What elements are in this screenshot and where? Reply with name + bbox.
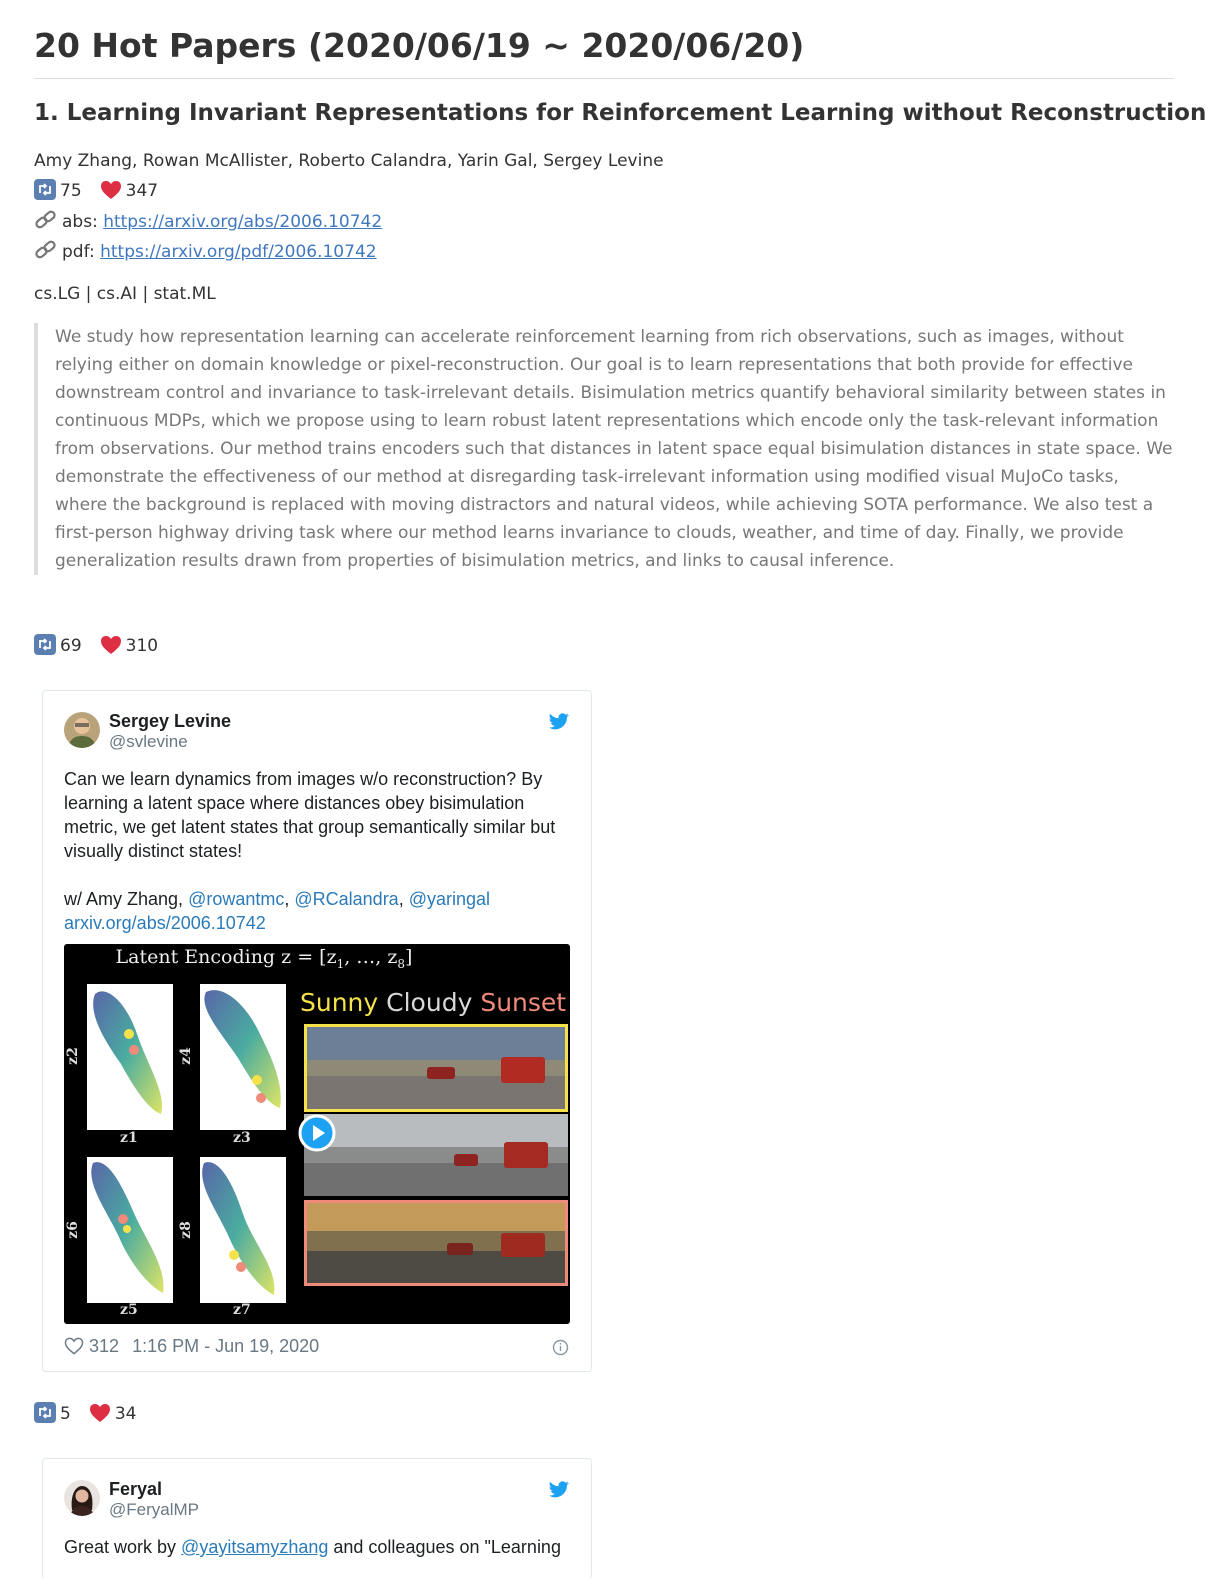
tweet-arxiv-link[interactable]: arxiv.org/abs/2006.10742 [64,913,266,933]
scatter-panel [200,984,286,1130]
media-title-math: , …, z [344,946,398,968]
axis-label: z5 [120,1302,138,1318]
retweet-icon [34,1402,56,1423]
mention-link[interactable]: @yaringal [409,889,490,909]
axis-label: z1 [120,1130,138,1146]
tweet-like-count[interactable]: 312 [89,1336,119,1356]
scatter-panel [200,1157,286,1303]
axis-label: z6 [64,1221,81,1239]
retweet-count: 75 [60,181,82,201]
sunny-label: Sunny [300,988,379,1017]
video-frame-cloudy [304,1114,568,1196]
media-title-math: ] [405,946,413,968]
scatter-panel [87,984,173,1130]
media-title-sub: 8 [397,956,406,971]
page: 20 Hot Papers (2020/06/19 ~ 2020/06/20) … [34,0,1206,1579]
mention-link[interactable]: @RCalandra [294,889,398,909]
tweet-stats: 69 310 [34,634,158,660]
link-icon [34,239,58,266]
tweet-mentions: w/ Amy Zhang, @rowantmc, @RCalandra, @ya… [64,887,570,911]
axis-label: z3 [233,1130,251,1146]
like-count: 310 [125,636,159,656]
pdf-link-row: pdf: https://arxiv.org/pdf/2006.10742 [34,239,377,266]
cloudy-label: Cloudy [386,988,473,1017]
axis-label: z7 [233,1302,251,1318]
tweet-author-handle[interactable]: @svlevine [109,732,188,752]
scatter-panel [87,1157,173,1303]
axis-label: z2 [64,1047,81,1065]
tweet-timestamp[interactable]: 1:16 PM - Jun 19, 2020 [132,1336,319,1356]
abs-link[interactable]: https://arxiv.org/abs/2006.10742 [103,212,382,232]
tweet-text: Great work by @yayitsamyzhang and collea… [64,1535,570,1559]
tweet-card[interactable]: Feryal @FeryalMP Great work by @yayitsam… [42,1458,592,1579]
twitter-bird-icon[interactable] [549,713,569,735]
tweet-stats: 5 34 [34,1402,136,1428]
pdf-label: pdf: [62,242,95,262]
retweet-icon [34,634,56,655]
page-title: 20 Hot Papers (2020/06/19 ~ 2020/06/20) [34,0,1174,79]
abs-link-row: abs: https://arxiv.org/abs/2006.10742 [34,209,382,236]
video-frame-sunny [304,1024,568,1112]
like-heart-icon[interactable] [64,1337,84,1360]
media-title: Latent Encoding z = [z1, …, z8] [64,946,464,971]
truck-shape [501,1233,545,1257]
mention-link[interactable]: @rowantmc [188,889,284,909]
video-frame-sunset [304,1200,568,1286]
truck-shape [501,1057,545,1083]
tweet-author-handle[interactable]: @FeryalMP [109,1500,199,1520]
paper-authors: Amy Zhang, Rowan McAllister, Roberto Cal… [34,151,664,171]
info-icon[interactable] [552,1339,569,1361]
pdf-link[interactable]: https://arxiv.org/pdf/2006.10742 [100,242,376,262]
abs-label: abs: [62,212,98,232]
heart-icon [100,180,122,205]
truck-shape [504,1142,548,1168]
play-icon[interactable] [298,1114,336,1157]
tweet-author-name[interactable]: Feryal [109,1479,162,1500]
paper-categories: cs.LG | cs.AI | stat.ML [34,284,216,304]
mention-separator: , [398,889,409,909]
retweet-count: 5 [60,1404,71,1424]
like-count: 347 [125,181,159,201]
avatar[interactable] [64,712,100,748]
mention-prefix: w/ Amy Zhang, [64,889,189,909]
like-count: 34 [114,1404,137,1424]
tweet-footer: 312 1:16 PM - Jun 19, 2020 [64,1336,319,1360]
tweet-text: Can we learn dynamics from images w/o re… [64,769,556,861]
tweet-author-name[interactable]: Sergey Levine [109,711,231,732]
mention-separator: , [284,889,295,909]
heart-icon [100,635,122,660]
axis-label: z4 [177,1047,194,1065]
media-title-math: z = [z [281,946,337,968]
car-shape [427,1067,455,1079]
paper-abstract: We study how representation learning can… [34,323,1175,575]
sunset-label: Sunset [480,988,567,1017]
car-shape [454,1154,478,1166]
twitter-bird-icon[interactable] [549,1481,569,1503]
retweet-count: 69 [60,636,82,656]
avatar[interactable] [64,1480,100,1516]
paper-stats: 75 347 [34,179,158,205]
tweet-text-part: and colleagues on "Learning [328,1537,561,1557]
car-shape [447,1243,473,1255]
media-title-text: Latent Encoding [115,946,282,968]
weather-legend: Sunny Cloudy Sunset [300,988,566,1017]
tweet-card[interactable]: Sergey Levine @svlevine Can we learn dyn… [42,690,592,1372]
paper-title: 1. Learning Invariant Representations fo… [34,100,1207,126]
tweet-link-row: arxiv.org/abs/2006.10742 [64,911,570,935]
link-icon [34,209,58,236]
tweet-text-part: Great work by [64,1537,182,1557]
tweet-media-video[interactable]: Latent Encoding z = [z1, …, z8] z1 z2 z3… [64,944,570,1324]
axis-label: z8 [177,1221,194,1239]
mention-link[interactable]: @yayitsamyzhang [181,1537,328,1557]
heart-icon [89,1403,111,1428]
retweet-icon [34,179,56,200]
